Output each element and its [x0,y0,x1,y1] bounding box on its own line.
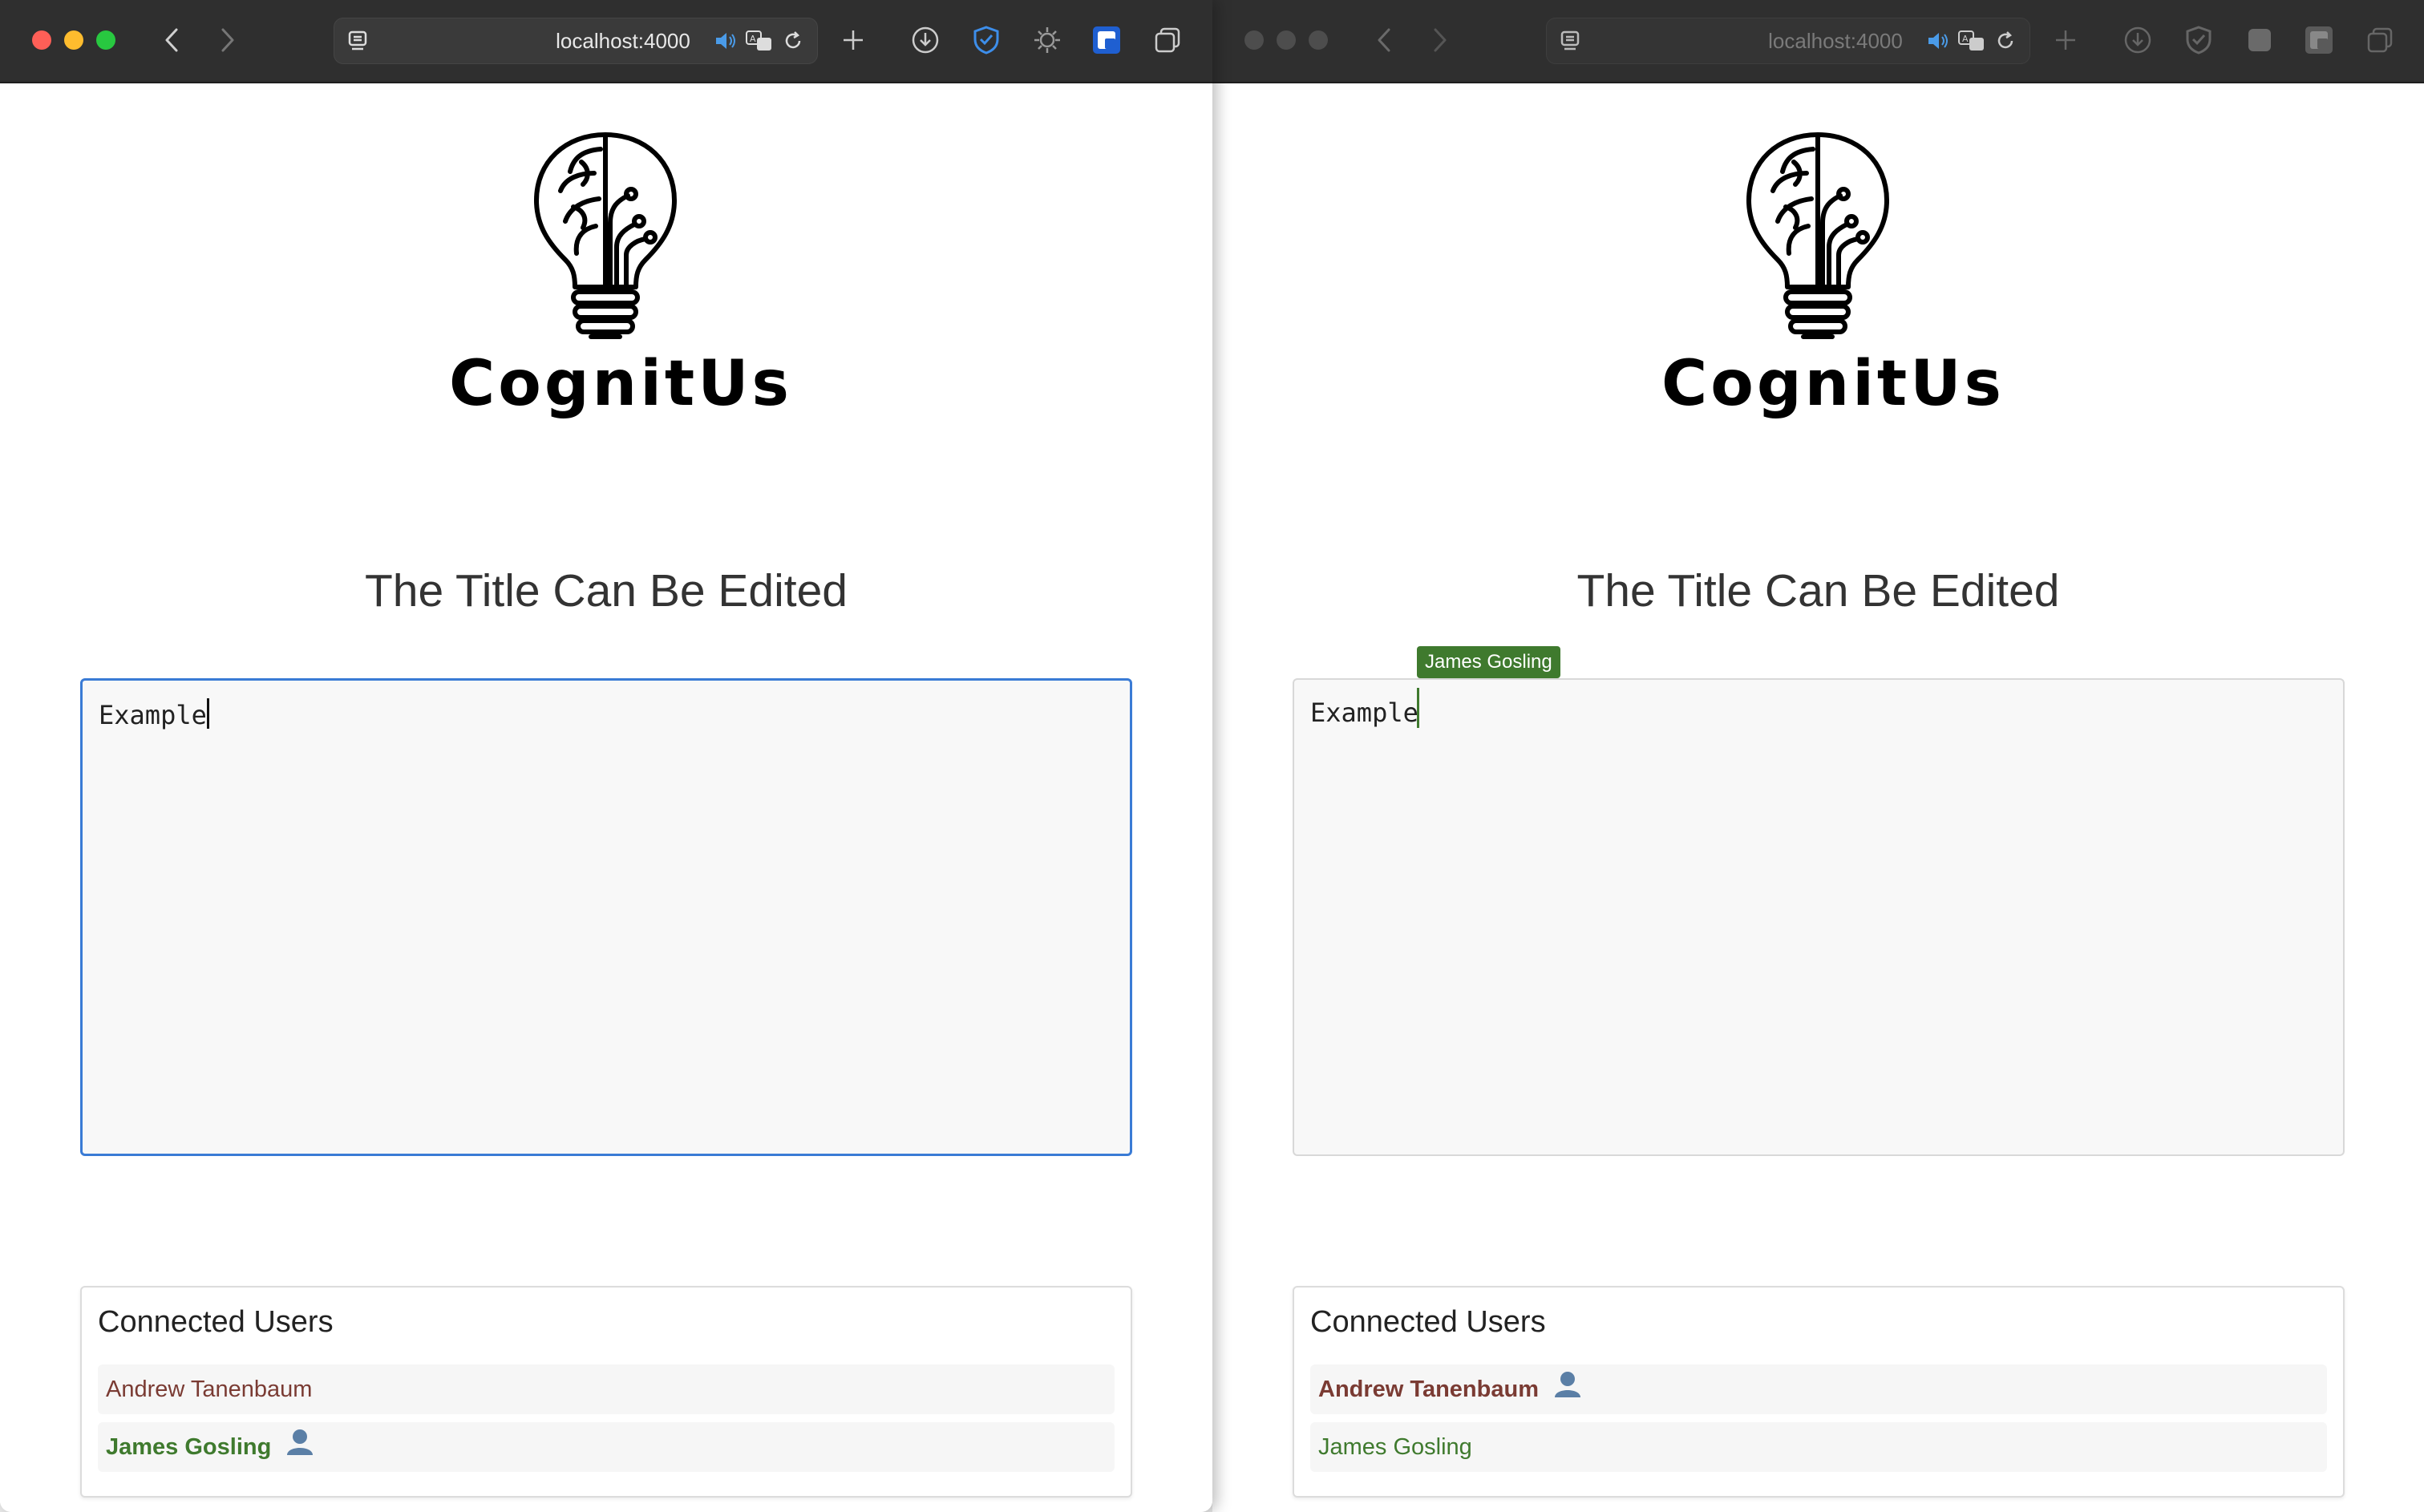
connected-users-heading: Connected Users [1310,1305,1546,1339]
shield-icon[interactable] [967,21,1006,59]
editor-content[interactable]: Example [99,698,209,730]
brand-wordmark: CognitUs [1661,348,2005,420]
user-row: Andrew Tanenbaum [98,1364,1115,1414]
editor-content[interactable]: Example [1310,697,1418,728]
cognitus-logo [453,127,758,367]
translate-icon[interactable]: A [745,28,774,58]
zoom-window-button[interactable] [1309,30,1328,50]
minimize-window-button[interactable] [64,30,83,50]
plus-icon[interactable] [834,21,872,59]
back-icon[interactable] [152,19,191,61]
text-caret [206,698,209,729]
privacy-icon[interactable] [1087,21,1126,59]
user-name: James Gosling [106,1434,272,1460]
user-row: James Gosling [98,1422,1115,1472]
shield-icon[interactable] [2179,21,2218,59]
reload-icon[interactable] [1993,28,2018,58]
page-content: CognitUs The Title Can Be Edited Example… [0,83,1212,1512]
download-icon[interactable] [2118,21,2157,59]
connected-users-heading: Connected Users [98,1305,334,1339]
zoom-window-button[interactable] [96,30,115,50]
user-row: Andrew Tanenbaum [1310,1364,2327,1414]
remote-cursor-label: James Gosling [1417,646,1560,678]
address-bar[interactable]: localhost:4000 A [1546,18,2030,64]
speaker-icon[interactable] [713,28,739,58]
speaker-icon[interactable] [1925,28,1951,58]
sidebar-icon[interactable] [346,28,371,58]
sidebar-icon[interactable] [1558,28,1584,58]
extension-icon[interactable] [1028,21,1066,59]
browser-window-left: localhost:4000 A CognitUs The Title Can … [0,0,1212,1512]
user-row: James Gosling [1310,1422,2327,1472]
browser-toolbar: localhost:4000 A [0,0,1212,83]
page-title[interactable]: The Title Can Be Edited [1212,564,2424,617]
connected-users-panel: Connected Users Andrew Tanenbaum James G… [1293,1286,2345,1498]
forward-icon[interactable] [208,19,247,61]
user-name: Andrew Tanenbaum [106,1377,313,1402]
user-name: James Gosling [1318,1434,1472,1460]
svg-text:A: A [1962,34,1969,44]
editor-text: Example [99,700,207,730]
reload-icon[interactable] [780,28,806,58]
tabs-icon[interactable] [2361,21,2399,59]
page-content: CognitUs The Title Can Be Edited Example… [1212,83,2424,1512]
browser-toolbar: localhost:4000 A [1212,0,2424,83]
tabs-icon[interactable] [1148,21,1187,59]
cognitus-logo [1665,127,1970,367]
remote-cursor [1417,688,1419,728]
plus-icon[interactable] [2046,21,2085,59]
extension-icon[interactable] [2240,21,2279,59]
brand-wordmark: CognitUs [449,348,792,420]
minimize-window-button[interactable] [1277,30,1296,50]
download-icon[interactable] [906,21,945,59]
forward-icon[interactable] [1421,19,1459,61]
back-icon[interactable] [1365,19,1403,61]
text-editor[interactable]: Example [80,678,1132,1156]
close-window-button[interactable] [32,30,51,50]
close-window-button[interactable] [1244,30,1264,50]
browser-window-right: localhost:4000 A CognitUs The Title Can … [1212,0,2424,1512]
address-bar[interactable]: localhost:4000 A [334,18,818,64]
person-icon [1553,1365,1582,1415]
user-name: Andrew Tanenbaum [1318,1377,1539,1402]
page-title[interactable]: The Title Can Be Edited [0,564,1212,617]
privacy-icon[interactable] [2300,21,2338,59]
person-icon [285,1423,314,1473]
svg-text:A: A [750,34,756,44]
translate-icon[interactable]: A [1957,28,1986,58]
connected-users-panel: Connected Users Andrew Tanenbaum James G… [80,1286,1132,1498]
text-editor[interactable]: Example James Gosling [1293,646,2345,1156]
